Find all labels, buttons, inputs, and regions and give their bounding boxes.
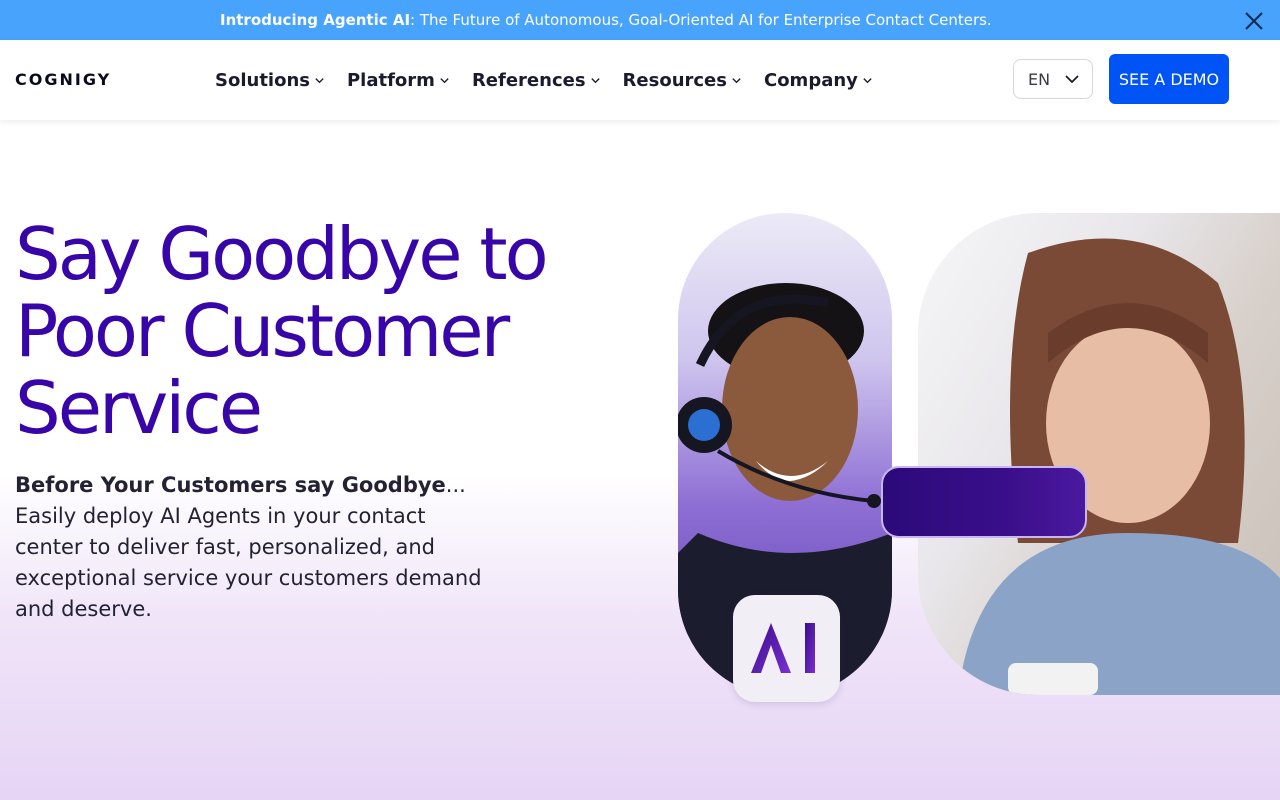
chevron-down-icon [732,77,741,83]
nav-resources[interactable]: Resources [623,70,742,91]
site-header: COGNIGY Solutions Platform References Re… [0,40,1280,120]
nav-company[interactable]: Company [764,70,873,91]
nav-label: Company [763,69,858,91]
hero-lead-bold: Before Your Customers say Goodbye [15,473,446,497]
see-demo-button[interactable]: SEE A DEMO [1109,54,1229,104]
announcement-bar: Introducing Agentic AI: The Future of Au… [0,0,1280,40]
nav-solutions[interactable]: Solutions [215,70,325,91]
hero-lead: Before Your Customers say Goodbye... Eas… [15,470,495,625]
chevron-down-icon [863,77,872,83]
announcement-text[interactable]: Introducing Agentic AI: The Future of Au… [220,0,992,40]
nav-label: Resources [622,69,727,91]
announcement-bold: Introducing Agentic AI [220,11,411,29]
hero-title: Say Goodbye to Poor Customer Service [15,212,549,450]
nav-platform[interactable]: Platform [347,70,450,91]
chevron-down-icon [440,77,449,83]
chevron-down-icon [590,77,600,83]
customer-photo [918,213,1280,695]
main-nav: Solutions Platform References Resources … [215,40,895,120]
chat-bubble [881,466,1087,538]
close-icon[interactable] [1242,8,1266,32]
hero-section: Say Goodbye to Poor Customer Service Bef… [0,120,1280,800]
language-select[interactable]: EN [1013,59,1093,99]
chevron-down-icon [1065,75,1079,84]
chevron-down-icon [315,77,324,83]
ai-badge [733,595,840,702]
nav-label: References [471,69,586,91]
nav-label: Platform [346,69,435,91]
nav-label: Solutions [215,69,310,91]
logo[interactable]: COGNIGY [15,70,111,89]
announcement-body: : The Future of Autonomous, Goal-Oriente… [410,11,992,29]
nav-references[interactable]: References [472,70,601,91]
language-value: EN [1028,69,1051,89]
